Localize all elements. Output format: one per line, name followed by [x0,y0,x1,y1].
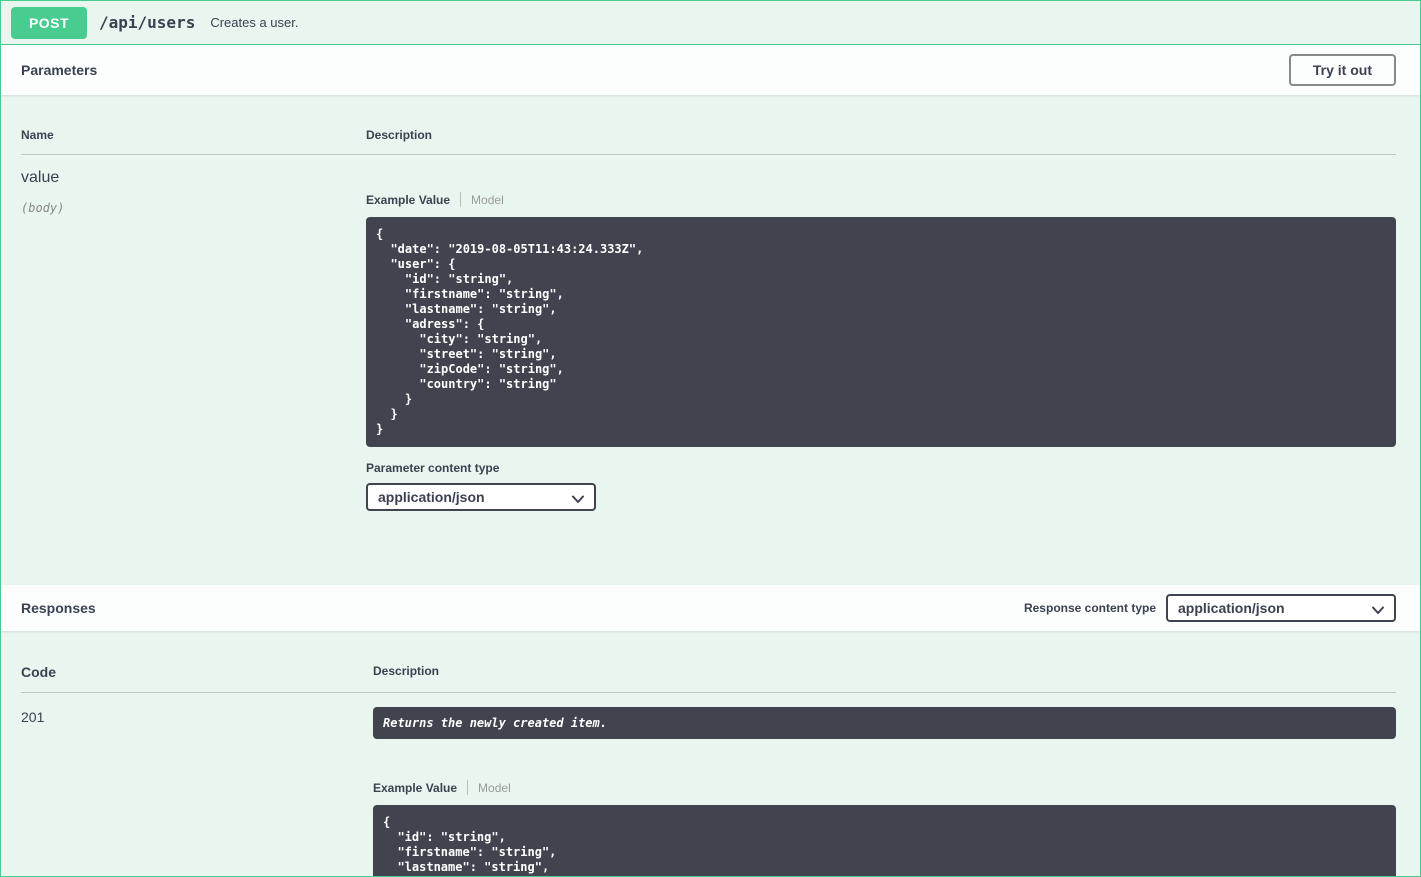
response-example-json[interactable]: { "id": "string", "firstname": "string",… [373,805,1396,876]
parameter-content-type-select[interactable]: application/json [366,483,596,511]
responses-title: Responses [21,600,96,616]
param-description-header: Description [366,128,433,142]
param-name-header: Name [21,128,54,142]
endpoint-description: Creates a user. [210,15,299,30]
model-example-tabs: Example Value Model [373,780,1396,795]
response-content-type-value: application/json [1178,600,1285,616]
tab-model[interactable]: Model [471,193,504,207]
parameter-row: value (body) Example Value Model { "date… [21,155,1396,511]
chevron-down-icon [1372,606,1384,614]
response-content-type-group: Response content type application/json [1024,594,1396,622]
parameters-table-head: Name Description [21,128,1396,155]
parameter-location: (body) [21,201,65,215]
response-row: 201 Returns the newly created item. Exam… [21,693,1396,876]
tab-example-value[interactable]: Example Value [373,781,457,795]
responses-table-head: Code Description [21,664,1396,693]
response-code-header: Code [21,664,56,680]
tab-separator [467,780,469,795]
endpoint-path: /api/users [99,13,196,32]
response-content-type-select[interactable]: application/json [1166,594,1396,622]
tab-separator [460,192,462,207]
parameter-content-type-value: application/json [378,489,485,505]
responses-section-header: Responses Response content type applicat… [1,585,1420,631]
opblock-post: POST /api/users Creates a user. Paramete… [0,0,1421,877]
parameter-name: value [21,169,60,186]
endpoint-summary[interactable]: POST /api/users Creates a user. [1,1,1420,45]
parameters-body: Name Description value (body) Example Va… [1,95,1420,585]
chevron-down-icon [572,495,584,503]
parameter-description-cell: Example Value Model { "date": "2019-08-0… [366,169,1396,511]
parameter-name-cell: value (body) [21,169,366,511]
response-description-cell: Returns the newly created item. Example … [373,707,1396,876]
model-example-tabs: Example Value Model [366,192,1396,207]
parameter-content-type-label: Parameter content type [366,461,500,475]
parameters-section-header: Parameters Try it out [1,45,1420,95]
try-it-out-button[interactable]: Try it out [1288,54,1396,86]
parameters-title: Parameters [21,62,98,78]
response-description: Returns the newly created item. [373,707,1396,739]
method-badge: POST [11,6,87,39]
request-example-json[interactable]: { "date": "2019-08-05T11:43:24.333Z", "u… [366,217,1396,447]
response-description-header: Description [373,664,440,678]
responses-body: Code Description 201 Returns the newly c… [1,631,1420,876]
tab-model[interactable]: Model [478,781,511,795]
response-content-type-label: Response content type [1023,601,1156,615]
tab-example-value[interactable]: Example Value [366,193,450,207]
response-code: 201 [21,709,45,725]
